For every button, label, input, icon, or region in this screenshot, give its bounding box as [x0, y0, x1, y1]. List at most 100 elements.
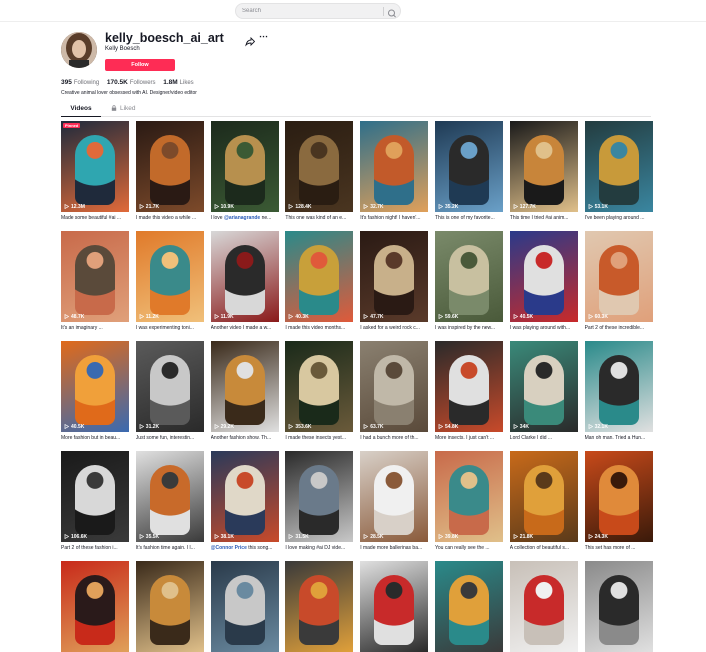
video-card[interactable]: 47.7K I asked for a weird rock c...: [360, 231, 429, 331]
video-thumbnail[interactable]: 28.5K: [360, 451, 429, 542]
video-card[interactable]: 59.6K I was inspired by the new...: [435, 231, 503, 331]
video-caption[interactable]: I was playing around with...: [510, 325, 578, 331]
video-card[interactable]: 31.5K I love making #ai DJ vide...: [285, 451, 354, 551]
video-caption[interactable]: I made this video months...: [285, 325, 353, 331]
video-thumbnail[interactable]: 47.7K: [360, 231, 429, 322]
video-thumbnail[interactable]: 35.2K: [435, 121, 503, 212]
video-thumbnail[interactable]: 32.7K: [360, 121, 429, 212]
video-caption[interactable]: I asked for a weird rock c...: [360, 325, 428, 331]
video-card[interactable]: 29.2K Another fashion show. Th...: [210, 341, 279, 441]
video-card[interactable]: [435, 561, 503, 652]
video-card[interactable]: [360, 561, 429, 652]
video-thumbnail[interactable]: 39.8K: [435, 451, 503, 542]
video-thumbnail[interactable]: Pinned 12.3M: [61, 121, 129, 212]
video-thumbnail[interactable]: [210, 561, 279, 652]
video-caption[interactable]: @Connor Price this song...: [211, 545, 279, 551]
video-thumbnail[interactable]: [285, 561, 354, 652]
video-thumbnail[interactable]: 29.2K: [210, 341, 279, 432]
video-card[interactable]: 24.3K This set has more of ...: [584, 451, 653, 551]
video-card[interactable]: 106.6K Part 2 of these fashion i...: [61, 451, 129, 551]
video-card[interactable]: 32.1K Man oh man. Tried a Hun...: [584, 341, 653, 441]
video-thumbnail[interactable]: [360, 561, 429, 652]
follow-button[interactable]: Follow: [105, 59, 175, 71]
video-thumbnail[interactable]: 40.3K: [285, 231, 354, 322]
video-caption[interactable]: Lord Clarke I did ...: [510, 435, 578, 441]
video-card[interactable]: 40.5K I was playing around with...: [509, 231, 578, 331]
video-card[interactable]: 21.8K A collection of beautiful s...: [509, 451, 578, 551]
video-thumbnail[interactable]: 24.3K: [584, 451, 653, 542]
video-card[interactable]: [135, 561, 204, 652]
video-caption[interactable]: This set has more of ...: [585, 545, 653, 551]
video-caption[interactable]: Another video I made a w...: [211, 325, 279, 331]
video-caption[interactable]: This is one of my favorite...: [435, 215, 503, 221]
video-thumbnail[interactable]: 31.2K: [135, 341, 204, 432]
video-caption[interactable]: Man oh man. Tried a Hun...: [585, 435, 653, 441]
video-card[interactable]: 38.1K @Connor Price this song...: [210, 451, 279, 551]
video-caption[interactable]: I made this video a while ...: [136, 215, 204, 221]
video-card[interactable]: [210, 561, 279, 652]
video-card[interactable]: 127.7K This time I tried #ai anim...: [509, 121, 578, 221]
video-thumbnail[interactable]: [135, 561, 204, 652]
video-caption[interactable]: You can really see the ...: [435, 545, 503, 551]
video-caption[interactable]: I love making #ai DJ vide...: [285, 545, 353, 551]
video-caption[interactable]: I was experimenting toni...: [136, 325, 204, 331]
video-thumbnail[interactable]: 353.6K: [285, 341, 354, 432]
video-card[interactable]: [584, 561, 653, 652]
video-card[interactable]: 32.7K It's fashion night! I haven'...: [360, 121, 429, 221]
share-button[interactable]: [245, 34, 256, 47]
video-card[interactable]: [285, 561, 354, 652]
video-card[interactable]: 53.1K I've been playing around ...: [584, 121, 653, 221]
video-caption[interactable]: It's an imaginary ...: [61, 325, 129, 331]
video-thumbnail[interactable]: 11.2K: [135, 231, 204, 322]
video-thumbnail[interactable]: 53.1K: [584, 121, 653, 212]
video-caption[interactable]: Another fashion show. Th...: [211, 435, 279, 441]
video-caption[interactable]: It's fashion time again. I l...: [136, 545, 204, 551]
video-card[interactable]: 353.6K I made these insects yest...: [285, 341, 354, 441]
video-thumbnail[interactable]: 34K: [509, 341, 578, 432]
video-card[interactable]: 11.9K Another video I made a w...: [210, 231, 279, 331]
video-thumbnail[interactable]: 40.5K: [509, 231, 578, 322]
video-thumbnail[interactable]: [509, 561, 578, 652]
video-caption[interactable]: I had a bunch more of th...: [360, 435, 428, 441]
video-thumbnail[interactable]: 40.5K: [61, 341, 129, 432]
search-button[interactable]: [386, 6, 398, 18]
video-caption[interactable]: This one was kind of an e...: [285, 215, 353, 221]
avatar[interactable]: [61, 32, 97, 68]
video-thumbnail[interactable]: 106.6K: [61, 451, 129, 542]
video-card[interactable]: 35.2K This is one of my favorite...: [435, 121, 503, 221]
caption-mention[interactable]: @Connor Price: [211, 545, 247, 551]
more-options-button[interactable]: ⋯: [259, 31, 268, 42]
video-card[interactable]: 11.2K I was experimenting toni...: [135, 231, 204, 331]
video-thumbnail[interactable]: [435, 561, 503, 652]
video-thumbnail[interactable]: 38.1K: [210, 451, 279, 542]
video-thumbnail[interactable]: 35.5K: [135, 451, 204, 542]
video-card[interactable]: 54.8K More insects. I just can't ...: [435, 341, 503, 441]
video-thumbnail[interactable]: 21.8K: [509, 451, 578, 542]
video-thumbnail[interactable]: 21.7K: [135, 121, 204, 212]
video-caption[interactable]: A collection of beautiful s...: [510, 545, 578, 551]
video-card[interactable]: 40.5K More fashion but in beau...: [61, 341, 129, 441]
video-caption[interactable]: I made these insects yest...: [285, 435, 353, 441]
video-card[interactable]: Pinned 12.3M Made some beautiful #ai ...: [61, 121, 129, 221]
video-caption[interactable]: Made some beautiful #ai ...: [61, 215, 129, 221]
tab-liked[interactable]: Liked: [111, 105, 151, 117]
video-card[interactable]: [61, 561, 129, 652]
video-card[interactable]: 39.8K You can really see the ...: [435, 451, 503, 551]
video-caption[interactable]: More insects. I just can't ...: [435, 435, 503, 441]
video-card[interactable]: 48.7K It's an imaginary ...: [61, 231, 129, 331]
video-caption[interactable]: I was inspired by the new...: [435, 325, 503, 331]
video-thumbnail[interactable]: 128.4K: [285, 121, 354, 212]
search-input[interactable]: [242, 4, 382, 18]
video-caption[interactable]: I made more ballerinas ba...: [360, 545, 428, 551]
caption-mention[interactable]: @arianagrande: [224, 215, 260, 221]
video-thumbnail[interactable]: 32.1K: [584, 341, 653, 432]
video-card[interactable]: 63.7K I had a bunch more of th...: [360, 341, 429, 441]
video-card[interactable]: [509, 561, 578, 652]
video-card[interactable]: 31.2K Just some fun, interestin...: [135, 341, 204, 441]
video-card[interactable]: 60.3K Part 2 of these incredible...: [584, 231, 653, 331]
video-thumbnail[interactable]: 48.7K: [61, 231, 129, 322]
video-card[interactable]: 21.7K I made this video a while ...: [135, 121, 204, 221]
tab-videos[interactable]: Videos: [61, 105, 101, 117]
video-caption[interactable]: Part 2 of these incredible...: [585, 325, 653, 331]
video-caption[interactable]: This time I tried #ai anim...: [510, 215, 578, 221]
